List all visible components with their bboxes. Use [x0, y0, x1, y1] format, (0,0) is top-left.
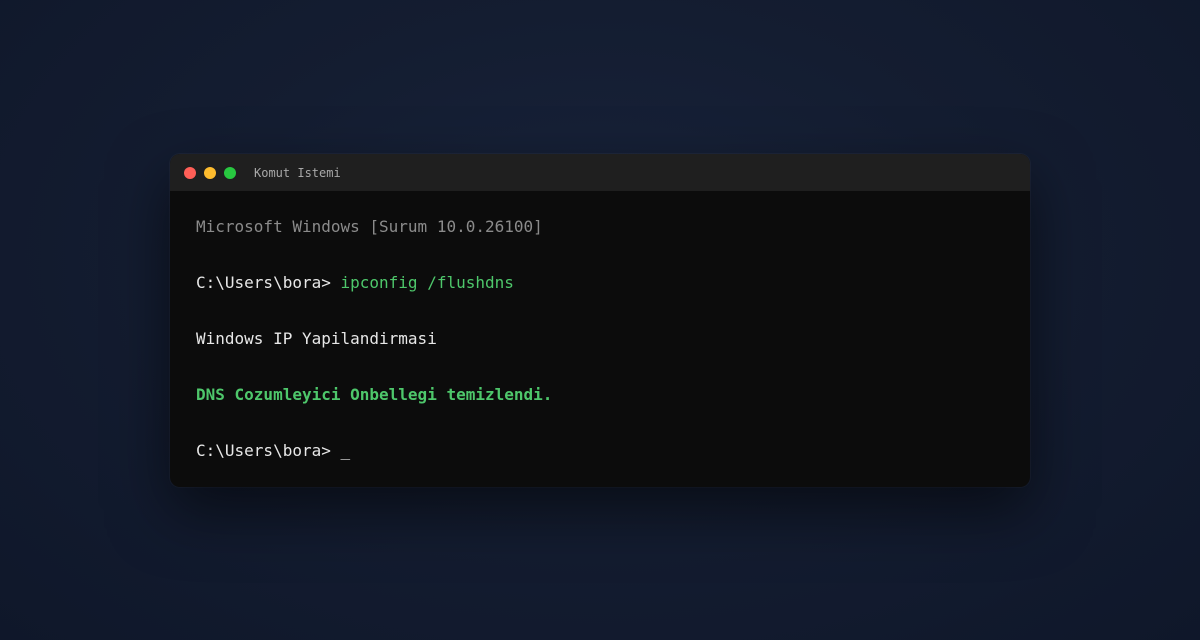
current-prompt-line[interactable]: C:\Users\bora> _: [196, 441, 1004, 487]
maximize-button[interactable]: [224, 166, 236, 179]
output-header: Windows IP Yapilandirmasi: [196, 329, 437, 348]
prompt: C:\Users\bora>: [196, 273, 341, 292]
close-button[interactable]: [184, 166, 196, 179]
minimize-button[interactable]: [204, 166, 216, 179]
terminal-output[interactable]: Microsoft Windows [Surum 10.0.26100] C:\…: [170, 191, 1030, 487]
command-line: C:\Users\bora> ipconfig /flushdns: [196, 273, 1004, 329]
text-cursor: _: [340, 441, 351, 460]
terminal-window: Komut Istemi Microsoft Windows [Surum 10…: [170, 154, 1030, 487]
window-title: Komut Istemi: [254, 165, 341, 180]
output-result: DNS Cozumleyici Onbellegi temizlendi.: [196, 385, 553, 404]
title-bar: Komut Istemi: [170, 154, 1030, 191]
command-text: ipconfig /flushdns: [340, 273, 514, 292]
prompt: C:\Users\bora>: [196, 441, 341, 460]
banner-line: Microsoft Windows [Surum 10.0.26100]: [196, 217, 543, 236]
